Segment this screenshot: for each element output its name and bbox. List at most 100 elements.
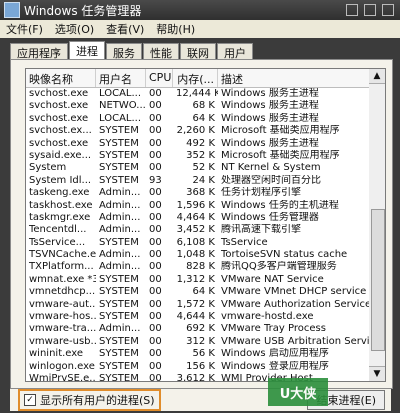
table-cell: 00 bbox=[149, 125, 162, 137]
scroll-thumb[interactable] bbox=[371, 209, 385, 351]
table-cell: 6,108 K bbox=[176, 236, 215, 248]
table-cell: Windows 服务主进程 bbox=[221, 112, 319, 124]
table-cell: 00 bbox=[149, 273, 162, 285]
table-cell: 1,572 K bbox=[176, 298, 215, 310]
maximize-icon[interactable] bbox=[364, 4, 376, 16]
table-cell: Windows 服务主进程 bbox=[221, 88, 319, 99]
table-cell: TXPlatform... bbox=[29, 261, 94, 273]
scroll-down-icon[interactable]: ▼ bbox=[369, 366, 385, 381]
table-cell: 00 bbox=[149, 372, 162, 382]
table-cell: System bbox=[29, 162, 67, 174]
app-icon bbox=[4, 2, 20, 18]
table-cell: 00 bbox=[149, 261, 162, 273]
table-cell: SYSTEM bbox=[99, 311, 139, 323]
table-row[interactable]: taskhost.exe Admin... 00 1,596 K Windows 任务的… bbox=[26, 200, 370, 212]
table-cell: 352 K bbox=[186, 149, 215, 161]
close-icon[interactable] bbox=[382, 4, 394, 16]
scroll-up-icon[interactable]: ▲ bbox=[369, 69, 385, 84]
table-cell: 00 bbox=[149, 211, 162, 223]
table-cell: SYSTEM bbox=[99, 125, 139, 137]
table-row[interactable]: taskeng.exe Admin... 00 368 K 任务计划程序引擎 bbox=[26, 187, 370, 199]
checkbox-icon[interactable]: ✓ bbox=[24, 394, 36, 406]
table-cell: Windows 登录应用程序 bbox=[221, 360, 329, 372]
menu-view[interactable]: 查看(V) bbox=[100, 21, 150, 37]
header-cpu[interactable]: CPU bbox=[146, 69, 173, 87]
table-row[interactable]: svchost.exe NETWO... 00 68 K Windows 服务主进程 bbox=[26, 100, 370, 112]
table-row[interactable]: vmnetdhcp... SYSTEM 00 64 K VMware VMnet DHC… bbox=[26, 286, 370, 298]
table-cell: 处理器空闲时间百分比 bbox=[221, 174, 321, 186]
table-cell: 1,312 K bbox=[176, 273, 215, 285]
table-row[interactable]: TsService... SYSTEM 00 6,108 K TsService bbox=[26, 237, 370, 249]
table-cell: VMware Authorization Service bbox=[221, 298, 370, 310]
table-cell: 00 bbox=[149, 112, 162, 124]
menu-options[interactable]: 选项(O) bbox=[49, 21, 100, 37]
header-memory[interactable]: 内存(... bbox=[173, 69, 218, 87]
table-cell: 828 K bbox=[186, 261, 215, 273]
table-cell: 00 bbox=[149, 311, 162, 323]
table-cell: taskhost.exe bbox=[29, 199, 93, 211]
menu-help[interactable]: 帮助(H) bbox=[150, 21, 201, 37]
table-cell: vmnetdhcp... bbox=[29, 286, 96, 298]
table-cell: 00 bbox=[149, 236, 162, 248]
table-cell: 692 K bbox=[186, 323, 215, 335]
table-cell: 任务计划程序引擎 bbox=[221, 187, 301, 199]
tab-processes[interactable]: 进程 bbox=[69, 41, 105, 59]
processes-panel: 映像名称 用户名 CPU 内存(... 描述 svchost.exe LOCAL.… bbox=[10, 59, 393, 389]
table-cell: 00 bbox=[149, 249, 162, 261]
header-user-name[interactable]: 用户名 bbox=[96, 69, 146, 87]
table-cell: vmware-hos... bbox=[29, 311, 96, 323]
table-cell: 56 K bbox=[192, 348, 215, 360]
table-row[interactable]: svchost.exe LOCAL... 00 12,444 K Windows 服务主… bbox=[26, 88, 370, 100]
table-cell: 00 bbox=[149, 348, 162, 360]
table-row[interactable]: System Idl... SYSTEM 93 24 K 处理器空闲时间百分比 bbox=[26, 175, 370, 187]
table-cell: Admin... bbox=[99, 224, 141, 236]
table-row[interactable]: svchost.exe SYSTEM 00 492 K Windows 服务主进程 bbox=[26, 138, 370, 150]
table-cell: svchost.exe bbox=[29, 112, 89, 124]
table-cell: SYSTEM bbox=[99, 236, 139, 248]
table-row[interactable]: wmnat.exe *32SYSTEM 00 1,312 K VMware NAT S… bbox=[26, 274, 370, 286]
table-cell: 00 bbox=[149, 298, 162, 310]
table-cell: SYSTEM bbox=[99, 372, 139, 382]
table-row[interactable]: vmware-usb... SYSTEM 00 312 K VMware USB Arb… bbox=[26, 336, 370, 348]
table-row[interactable]: svchost.exe LOCAL... 00 64 K Windows 服务主进程 bbox=[26, 113, 370, 125]
table-row[interactable]: sysaid.exe... SYSTEM 00 352 K Microsoft 基础类应… bbox=[26, 150, 370, 162]
table-cell: WmiPrvSE.e... bbox=[29, 372, 96, 382]
vertical-scrollbar[interactable]: ▲ ▼ bbox=[369, 68, 386, 382]
table-cell: TsService bbox=[221, 236, 268, 248]
table-row[interactable]: wininit.exe SYSTEM 00 56 K Windows 启动应用程序 bbox=[26, 348, 370, 360]
header-image-name[interactable]: 映像名称 bbox=[26, 69, 96, 87]
table-row[interactable]: vmware-aut... SYSTEM 00 1,572 K VMware Autho… bbox=[26, 299, 370, 311]
show-all-processes-checkbox[interactable]: ✓ 显示所有用户的进程(S) bbox=[18, 389, 161, 411]
process-list[interactable]: 映像名称 用户名 CPU 内存(... 描述 svchost.exe LOCAL.… bbox=[25, 68, 371, 382]
table-row[interactable]: TXPlatform... Admin... 00 828 K 腾讯QQ多客户端管理服务 bbox=[26, 261, 370, 273]
table-cell: 1,048 K bbox=[176, 249, 215, 261]
table-cell: SYSTEM bbox=[99, 149, 139, 161]
table-cell: 00 bbox=[149, 335, 162, 347]
minimize-icon[interactable] bbox=[346, 4, 358, 16]
table-cell: 4,464 K bbox=[176, 211, 215, 223]
table-cell: Tencentdl... bbox=[29, 224, 87, 236]
table-cell: VMware Tray Process bbox=[221, 323, 326, 335]
table-row[interactable]: svchost.ex... SYSTEM 00 2,260 K Microsoft 基础… bbox=[26, 125, 370, 137]
table-cell: 腾讯高速下载引擎 bbox=[221, 224, 301, 236]
table-cell: 腾讯QQ多客户端管理服务 bbox=[221, 261, 337, 273]
header-description[interactable]: 描述 bbox=[218, 69, 370, 87]
table-row[interactable]: taskmgr.exe Admin... 00 4,464 K Windows 任务管理… bbox=[26, 212, 370, 224]
table-row[interactable]: System SYSTEM 00 52 K NT Kernel & System bbox=[26, 162, 370, 174]
table-row[interactable]: vmware-tra... Admin... 00 692 K VMware Tray … bbox=[26, 323, 370, 335]
table-cell: TsService... bbox=[29, 236, 86, 248]
table-cell: 68 K bbox=[192, 100, 215, 112]
table-cell: SYSTEM bbox=[99, 335, 139, 347]
table-cell: Admin... bbox=[99, 249, 141, 261]
table-cell: System Idl... bbox=[29, 174, 92, 186]
table-cell: 312 K bbox=[186, 335, 215, 347]
table-row[interactable]: TSVNCache.exeAdmin... 00 1,048 K TortoiseSV… bbox=[26, 249, 370, 261]
table-cell: Windows 服务主进程 bbox=[221, 137, 319, 149]
table-row[interactable]: Tencentdl... Admin... 00 3,452 K 腾讯高速下载引擎 bbox=[26, 224, 370, 236]
table-row[interactable]: vmware-hos... SYSTEM 00 4,644 K vmware-hostd… bbox=[26, 311, 370, 323]
table-cell: SYSTEM bbox=[99, 360, 139, 372]
table-row[interactable]: winlogon.exe SYSTEM 00 156 K Windows 登录应用程序 bbox=[26, 361, 370, 373]
menu-file[interactable]: 文件(F) bbox=[0, 21, 49, 37]
table-cell: SYSTEM bbox=[99, 137, 139, 149]
table-cell: LOCAL... bbox=[99, 88, 142, 99]
